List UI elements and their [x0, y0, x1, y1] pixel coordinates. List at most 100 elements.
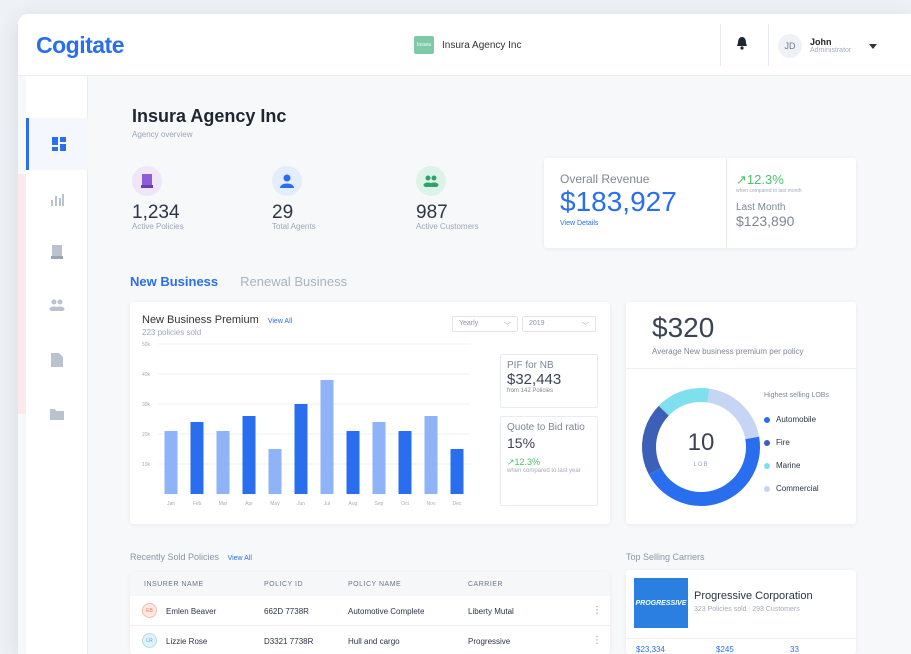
bar-sep[interactable] [372, 422, 386, 494]
policy-icon [132, 166, 162, 196]
agency-selector[interactable]: Insura Insura Agency Inc [414, 36, 522, 54]
pif-sub: from 142 Policies [507, 388, 554, 394]
page-subtitle: Agency overview [132, 130, 193, 139]
brand-logo[interactable]: Cogitate [36, 32, 125, 59]
folder-icon[interactable] [26, 388, 88, 440]
x-tick-label: Jun [297, 501, 305, 507]
carrier: Progressive [468, 637, 511, 646]
carrier-stats: 323 Policies sold | 293 Customers [694, 606, 800, 613]
revenue-change: ↗12.3% [736, 172, 784, 187]
revenue-card: Overall Revenue $183,927 View Details ↗1… [544, 158, 856, 248]
policy-id: D3321 7738R [264, 637, 314, 646]
column-header[interactable]: INSURER NAME [144, 581, 204, 588]
last-month-label: Last Month [736, 202, 786, 213]
stat-value: 987 [416, 202, 448, 223]
legend-label: Commercial [776, 484, 819, 493]
stat-total-agents: 29 Total Agents [272, 166, 316, 231]
policy-name: Hull and cargo [348, 637, 400, 646]
analytics-icon[interactable] [26, 173, 88, 225]
carrier-card[interactable]: PROGRESSIVE Progressive Corporation 323 … [626, 570, 856, 654]
lob-legend: Automobile Fire Marine Commercial [764, 408, 819, 500]
bar-oct[interactable] [398, 431, 412, 494]
qtb-title: Quote to Bid ratio [507, 422, 585, 433]
bar-jan[interactable] [164, 431, 178, 494]
bar-aug[interactable] [346, 431, 360, 494]
x-tick-label: Sep [375, 501, 384, 507]
view-all-link[interactable]: View All [268, 318, 292, 325]
more-options-icon[interactable]: ⋮ [592, 635, 602, 646]
user-menu[interactable]: JD John Administrator [778, 34, 878, 58]
avatar: EB [142, 603, 157, 618]
x-tick-label: Aug [349, 501, 358, 507]
legend-dot [764, 485, 770, 492]
view-all-link[interactable]: View All [228, 555, 252, 562]
document-icon[interactable] [26, 334, 88, 386]
column-header[interactable]: POLICY NAME [348, 581, 401, 588]
user-role: Administrator [810, 47, 852, 54]
chevron-down-icon: ﹀ [582, 323, 589, 330]
legend-label: Marine [776, 461, 801, 470]
sidebar [26, 76, 88, 654]
customers-icon[interactable] [26, 279, 88, 331]
divider [768, 24, 769, 66]
policy-icon[interactable] [26, 226, 88, 278]
carrier: Liberty Mutal [468, 607, 514, 616]
page-title: Insura Agency Inc [132, 106, 287, 126]
legend-dot [764, 416, 770, 423]
column-header[interactable]: POLICY ID [264, 581, 303, 588]
more-options-icon[interactable]: ⋮ [592, 605, 602, 616]
period-select[interactable]: Yearly ﹀ [452, 316, 518, 332]
avg-premium-amount: $320 [652, 312, 715, 343]
chevron-down-icon[interactable] [869, 43, 878, 49]
legend-dot [764, 462, 770, 469]
dashboard-icon[interactable] [26, 118, 88, 170]
agency-logo: Insura [414, 36, 434, 54]
recent-policies-table: INSURER NAME POLICY ID POLICY NAME CARRI… [130, 572, 610, 654]
qtb-value: 15% [507, 435, 536, 451]
bar-chart: 10k 20k 30k 40k 50k Jan Feb Mar Apr May Jun Jul Aug S… [142, 342, 470, 507]
year-select[interactable]: 2019 ﹀ [522, 316, 596, 332]
column-header[interactable]: CARRIER [468, 581, 503, 588]
bar-jun[interactable] [294, 404, 308, 494]
stat-value: 29 [272, 202, 294, 223]
stat-active-policies: 1,234 Active Policies [132, 166, 184, 231]
lob-card: $320 Average New business premium per po… [626, 302, 856, 524]
bar-nov[interactable] [424, 416, 438, 494]
policy-name: Automotive Complete [348, 607, 425, 616]
stat-label: Active Customers [416, 222, 479, 231]
divider [720, 24, 721, 66]
user-name: John [810, 37, 832, 47]
revenue-amount: $183,927 [560, 186, 677, 217]
x-tick-label: Mar [219, 501, 228, 507]
qtb-change: ↗12.3% [507, 457, 541, 467]
divider [626, 368, 856, 369]
bar-jul[interactable] [320, 380, 334, 494]
table-header: INSURER NAME POLICY ID POLICY NAME CARRI… [130, 572, 610, 596]
chart-title: New Business Premium View All [142, 314, 292, 326]
tab-renewal-business[interactable]: Renewal Business [240, 274, 347, 289]
period-value: Yearly [459, 320, 479, 327]
table-row[interactable]: EB Emlen Beaver 662D 7738R Automotive Co… [130, 596, 610, 626]
lob-donut-chart: 10 LOB [642, 388, 760, 506]
chart-title-text: New Business Premium [142, 314, 259, 326]
bar-apr[interactable] [242, 416, 256, 494]
bar-dec[interactable] [450, 449, 464, 494]
table-row[interactable]: LR Lizzie Rose D3321 7738R Hull and carg… [130, 626, 610, 654]
revenue-title: Overall Revenue [560, 172, 650, 186]
carrier-customers: 293 Customers [752, 606, 800, 613]
notification-bell-icon[interactable] [736, 36, 748, 55]
legend-dot [764, 439, 770, 446]
top-bar: Cogitate Insura Insura Agency Inc JD Joh… [18, 14, 911, 76]
chevron-down-icon: ﹀ [504, 323, 511, 330]
bar-feb[interactable] [190, 422, 204, 494]
view-details-link[interactable]: View Details [560, 220, 677, 227]
y-tick-label: 30k [142, 402, 151, 408]
carrier-policies: 323 Policies sold [694, 606, 747, 613]
bar-mar[interactable] [216, 431, 230, 494]
avg-premium-label: Average New business premium per policy [652, 347, 804, 356]
y-tick-label: 10k [142, 462, 151, 468]
stat-label: Active Policies [132, 222, 184, 231]
pif-title: PIF for NB [507, 360, 554, 371]
tab-new-business[interactable]: New Business [130, 274, 218, 289]
bar-may[interactable] [268, 449, 282, 494]
